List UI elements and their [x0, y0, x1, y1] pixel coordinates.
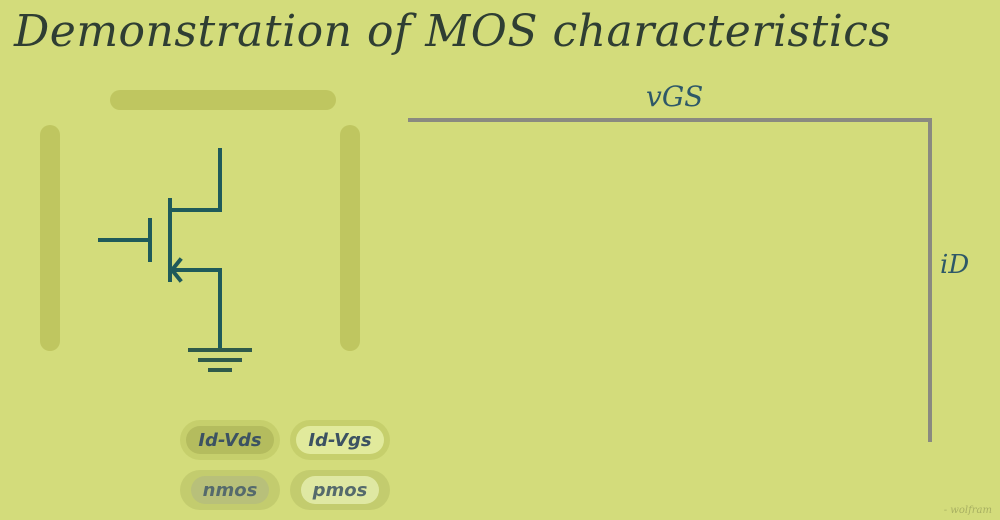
- id-vgs-button[interactable]: Id-Vgs: [290, 420, 390, 460]
- pmos-button[interactable]: pmos: [290, 470, 390, 510]
- id-vgs-button-label: Id-Vgs: [296, 426, 384, 454]
- mosfet-symbol: [98, 148, 222, 350]
- id-vds-button-label: Id-Vds: [186, 426, 274, 454]
- y-axis-label: iD: [940, 250, 970, 280]
- plot-axes: [408, 118, 932, 442]
- nmos-button-label: nmos: [190, 476, 270, 504]
- nmos-button[interactable]: nmos: [180, 470, 280, 510]
- diagram-canvas: [98, 118, 932, 442]
- pmos-button-label: pmos: [300, 476, 380, 504]
- id-vds-button[interactable]: Id-Vds: [180, 420, 280, 460]
- ground-icon: [188, 348, 252, 372]
- credit-text: - wolfram: [943, 505, 992, 516]
- x-axis-label: vGS: [646, 80, 704, 113]
